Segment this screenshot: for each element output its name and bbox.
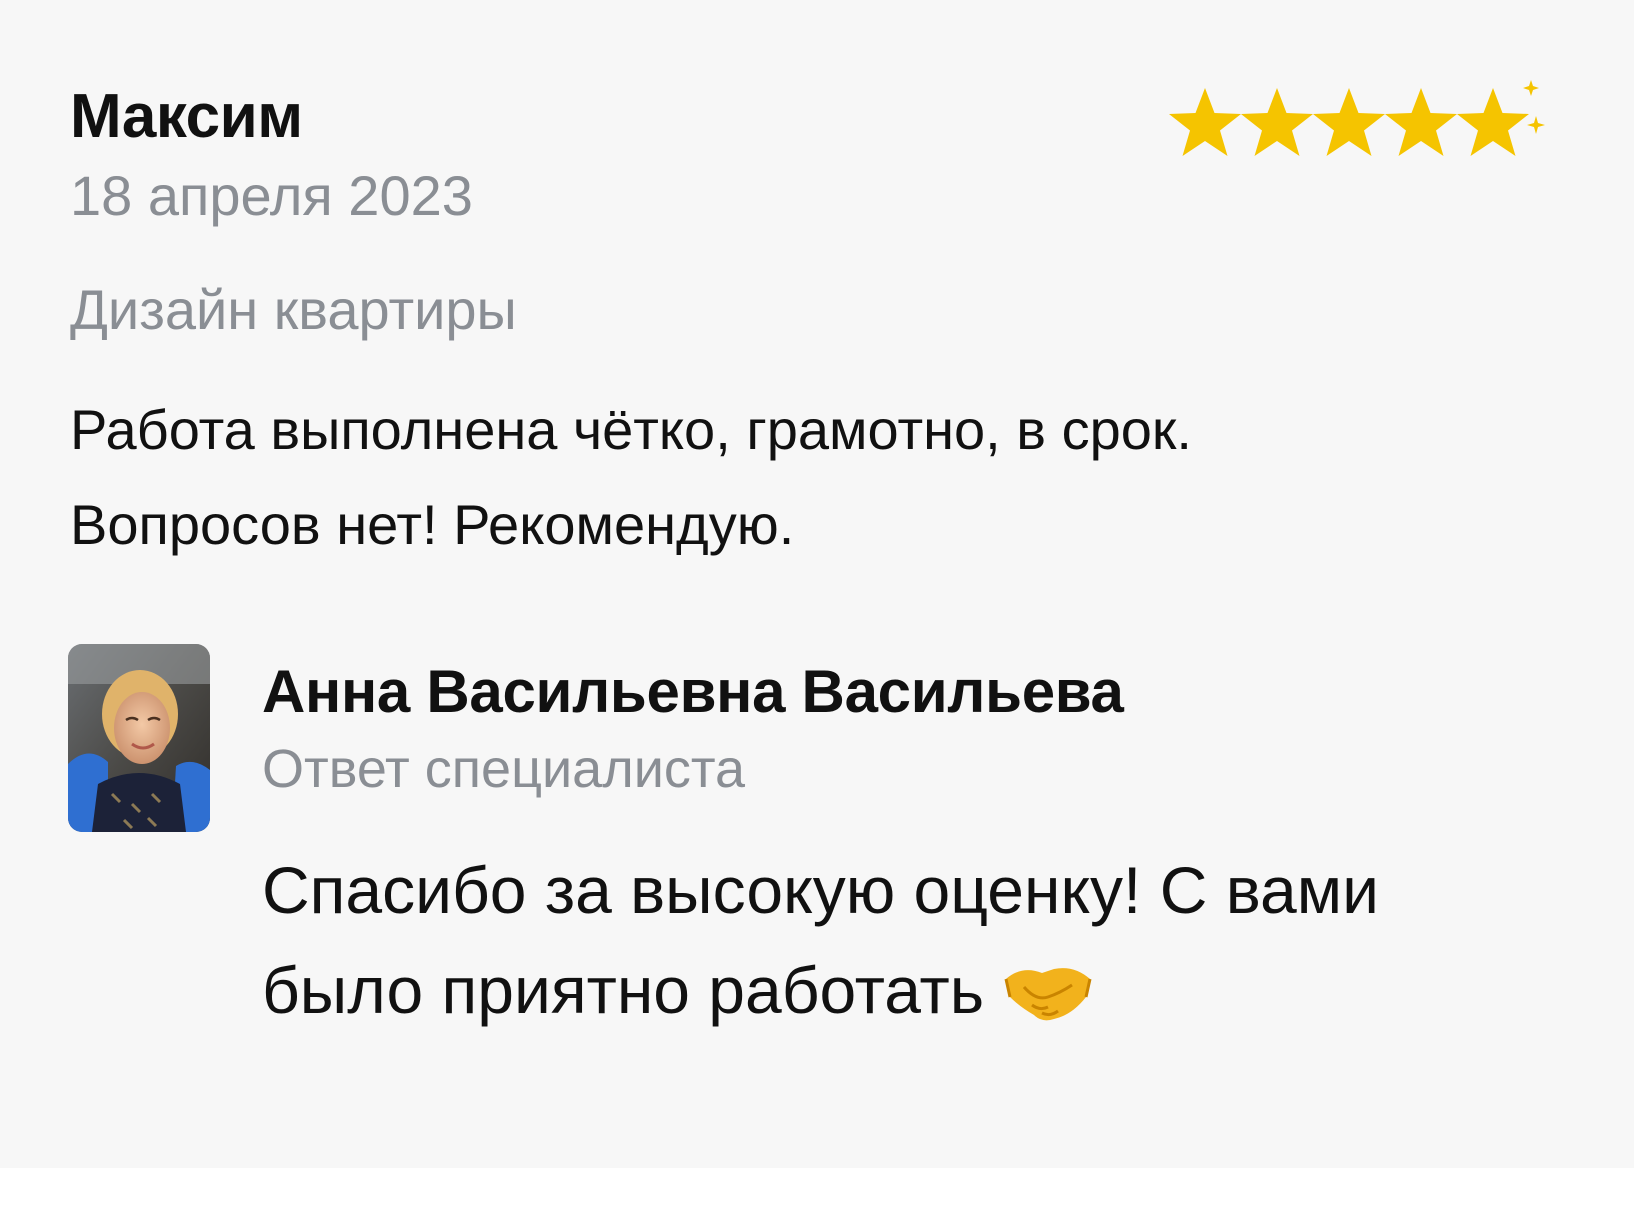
review-author-name: Максим [70,82,303,151]
reply-label: Ответ специалиста [262,739,746,799]
specialist-name: Анна Васильевна Васильева [262,658,1124,725]
avatar [68,644,210,832]
review-date: 18 апреля 2023 [70,164,473,227]
review-text-line: Вопросов нет! Рекомендую. [70,493,795,556]
review-card: Максим 18 апреля 2023 Дизайн квартиры Ра… [0,0,1634,1168]
footer-strip [0,1168,1634,1228]
rating-stars [1169,80,1545,156]
reply-text-line: Спасибо за высокую оценку! С вами [262,853,1380,927]
review-category: Дизайн квартиры [70,278,517,341]
sparkle-icon [1523,80,1539,96]
handshake-emoji-icon [1004,968,1092,1021]
star-icon [1313,88,1385,156]
reply-text-line-2: было приятно работать [262,953,985,1027]
star-icon [1241,88,1313,156]
sparkle-icon [1527,116,1545,134]
star-icon [1385,88,1457,156]
reply-text-line: было приятно работать [262,940,1592,1040]
review-text-line: Работа выполнена чётко, грамотно, в срок… [70,398,1192,461]
star-icon [1457,88,1529,156]
review-text: Работа выполнена чётко, грамотно, в срок… [70,382,1550,572]
reply-text: Спасибо за высокую оценку! С вами было п… [262,840,1592,1040]
star-icon [1169,88,1241,156]
